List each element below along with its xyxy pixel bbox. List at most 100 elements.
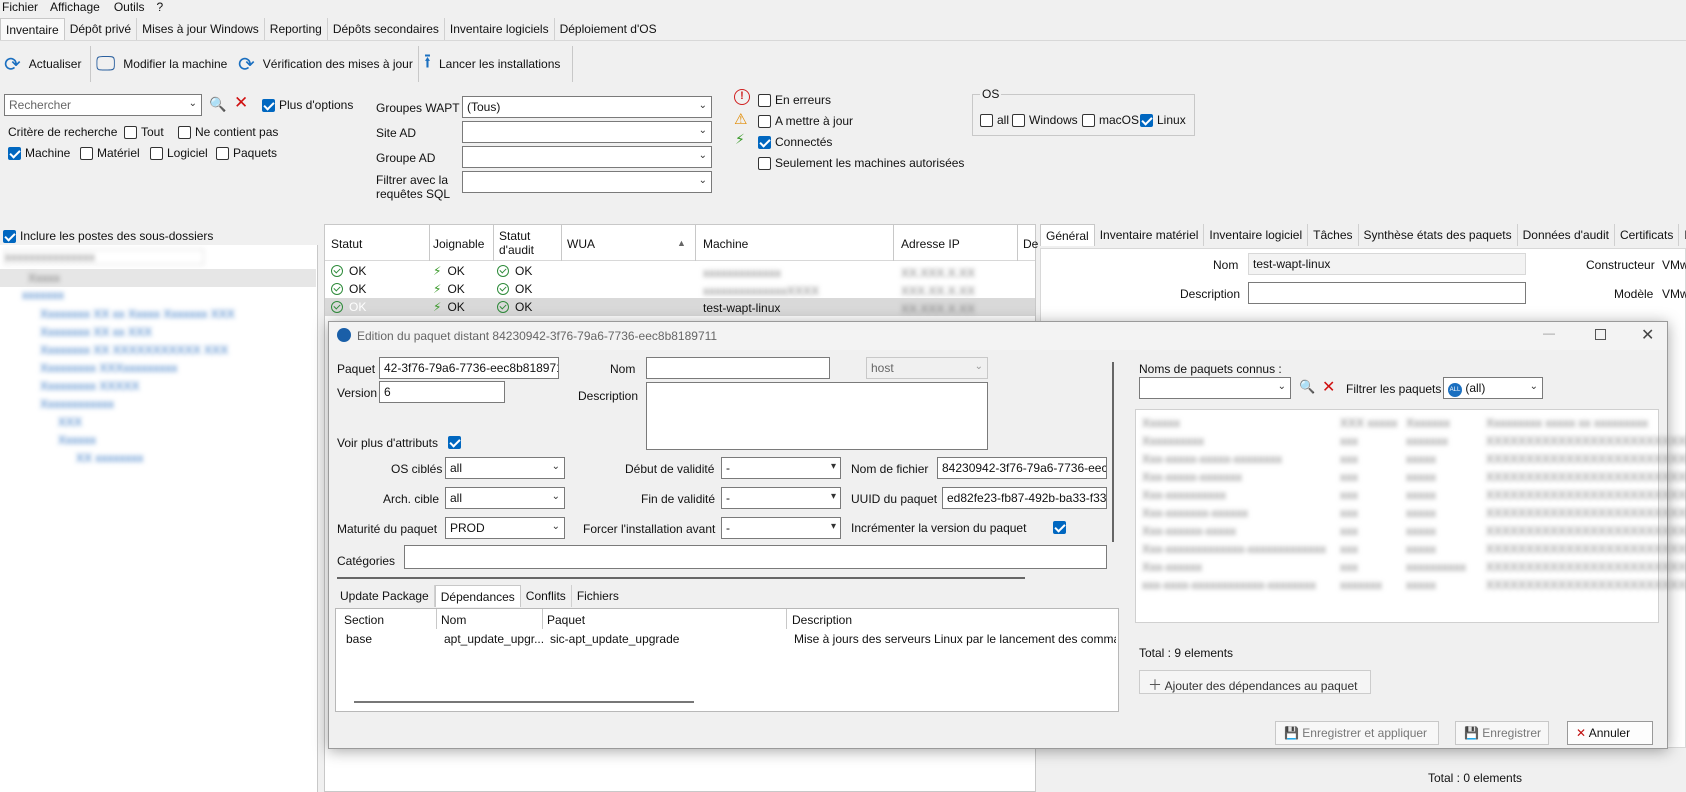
tab-inventaire-materiel[interactable]: Inventaire matériel [1095,224,1205,246]
categories-field[interactable] [404,545,1107,569]
search-icon[interactable]: 🔍 [209,96,226,113]
checkbox-box[interactable] [1082,113,1095,127]
menu-affichage[interactable]: Affichage [42,0,108,15]
checkbox-box[interactable] [1140,113,1153,127]
dep-scrollbar[interactable] [354,701,694,703]
list-item[interactable]: Xxx-xxxxxx xxx xxxxxxxxxx XXXXXXXXXXXXXXXXX… [1136,558,1686,576]
table-row[interactable]: OK ⚡ OK OK xxxxxxxxxxxxx XX.XXX.X.XX [325,262,1035,280]
dep-col-description[interactable]: Description [792,613,852,627]
clear-icon[interactable]: ✕ [234,93,248,113]
checkbox-box[interactable] [216,146,229,160]
tab-conflits[interactable]: Conflits [521,585,572,607]
list-item[interactable]: xxx-xxxx-xxxxxxxxxxxx-xxxxxxxx xxxxxxx xxx… [1136,576,1686,594]
nom-fichier-field[interactable]: 84230942-3f76-79a6-7736-eec8l [937,457,1107,479]
tab-taches[interactable]: Tâches [1308,224,1359,246]
tab-update-package[interactable]: Update Package [335,585,435,607]
nom-field[interactable] [646,357,830,379]
tab-dependances[interactable]: Dépendances [434,585,521,607]
tab-depots-secondaires[interactable]: Dépôts secondaires [328,18,445,40]
maximize-icon[interactable] [1595,329,1606,340]
edit-machine-button[interactable]: 🖵 Modifier la machine [96,50,227,78]
menu-help[interactable]: ? [151,0,170,15]
close-icon[interactable]: ✕ [1641,325,1654,345]
tree-item[interactable]: Xxxxx [28,271,60,285]
checkbox-box[interactable] [758,114,771,128]
refresh-button[interactable]: ⟳ Actualiser [4,50,81,78]
list-item[interactable]: Xxx-xxxxx-xxxxx-xxxxxxxx xxx xxxxx XXXXXXXX… [1136,450,1686,468]
checkbox-box[interactable] [178,125,191,139]
table-row-selected[interactable]: OK ⚡ OK OK test-wapt-linux XX.XXX.X.XX [325,298,1035,316]
logiciel-checkbox[interactable]: Logiciel [150,146,208,160]
tree-item[interactable]: xxxxxxx [22,288,64,302]
list-item[interactable]: Xxx-xxxxxxxxxxxxx-xxxxxxxxxxxxx xxx xxxxx X… [1136,540,1686,558]
vertical-splitter[interactable] [1112,362,1114,542]
groupes-wapt-select[interactable]: (Tous) ⌄ [462,96,712,118]
tab-inventaire-logiciel[interactable]: Inventaire logiciel [1204,224,1309,246]
include-subfolders-checkbox[interactable]: Inclure les postes des sous-dossiers [3,229,213,243]
check-updates-button[interactable]: ⟳ Vérification des mises à jour [238,50,413,78]
forcer-select[interactable]: - ▾ [721,517,841,539]
save-button[interactable]: 💾 Enregistrer [1455,721,1549,745]
description-textarea[interactable] [646,382,988,450]
checkbox-box[interactable] [980,113,993,127]
paquets-checkbox[interactable]: Paquets [216,146,277,160]
list-item[interactable]: Xxx-xxxxxx-xxxxx xxx xxxxx XXXXXXXXXXXXXXXX… [1136,522,1686,540]
table-row[interactable]: OK ⚡ OK OK xxxxxxxxxxxxxxXXXX XXX.XX.X.XX [325,280,1035,298]
menu-outils[interactable]: Outils [108,0,151,15]
debut-validite-select[interactable]: - ▾ [721,457,841,479]
tree-item[interactable]: Xxxxxxxxxxxx [40,397,114,411]
a-mettre-a-jour-checkbox[interactable]: A mettre à jour [758,114,853,128]
ne-contient-pas-checkbox[interactable]: Ne contient pas [178,125,278,139]
groupe-ad-select[interactable]: ⌄ [462,146,712,168]
menu-fichier[interactable]: Fichier [0,0,42,15]
checkbox-box[interactable] [758,156,771,170]
fin-validite-select[interactable]: - ▾ [721,487,841,509]
checkbox-box[interactable] [150,146,163,160]
list-item[interactable]: Xxxxxxxxxx xxx xxxxxxx XXXXXXXXXXXXXXXXXXXX… [1136,432,1686,450]
os-cibles-select[interactable]: all ⌄ [445,457,565,479]
filter-packages-select[interactable]: ALL (all) ⌄ [1443,377,1543,399]
known-packages-select[interactable]: ⌄ [1139,377,1291,399]
list-item[interactable]: Xxx-xxxxx-xxxxxxx xxx xxxxx XXXXXXXXXXXXXXX… [1136,468,1686,486]
tab-reporting[interactable]: Reporting [265,18,328,40]
machine-checkbox[interactable]: Machine [8,146,70,160]
seulement-autorisees-checkbox[interactable]: Seulement les machines autorisées [758,156,964,170]
launch-installs-button[interactable]: ⭱ Lancer les installations [424,50,560,78]
host-type-select[interactable]: host ⌄ [866,357,988,379]
dep-col-nom[interactable]: Nom [441,613,466,627]
search-input[interactable]: Rechercher ⌄ [4,94,202,116]
tab-inventaire-logiciels[interactable]: Inventaire logiciels [445,18,555,40]
arch-select[interactable]: all ⌄ [445,487,565,509]
connectes-checkbox[interactable]: Connectés [758,135,832,149]
checkbox-box[interactable] [80,146,93,160]
tab-fichiers[interactable]: Fichiers [572,585,624,607]
tab-certificats[interactable]: Certificats [1615,224,1680,246]
tout-checkbox[interactable]: Tout [124,125,164,139]
tree-item[interactable]: XX xxxxxxxx [76,451,143,465]
checkbox-box[interactable] [124,125,137,139]
tree-item[interactable]: Xxxxxxxxx XXXxxxxxxxxx [40,361,177,375]
os-windows-checkbox[interactable]: Windows [1012,113,1078,127]
checkbox-box[interactable] [758,93,771,107]
tree-filter[interactable]: xxxxxxxxxxxxxxx [4,249,204,265]
nom-field[interactable]: test-wapt-linux [1248,253,1526,275]
materiel-checkbox[interactable]: Matériel [80,146,140,160]
uuid-field[interactable]: ed82fe23-fb87-492b-ba33-f33c [942,487,1107,509]
dep-col-section[interactable]: Section [344,613,384,627]
table-row[interactable]: base apt_update_upgr... sic-apt_update_u… [336,630,1118,648]
save-apply-button[interactable]: 💾 Enregistrer et appliquer [1275,721,1439,745]
list-item[interactable]: Xxx-xxxxxxxxxx xxx xxxxx XXXXXXXXXXXXXXXXXX… [1136,486,1686,504]
clear-icon[interactable]: ✕ [1322,377,1335,397]
tab-deploiement-os[interactable]: Déploiement d'OS [555,18,662,40]
checkbox-box[interactable] [262,98,275,112]
tab-synthese-paquets[interactable]: Synthèse états des paquets [1359,224,1518,246]
sql-filter-select[interactable]: ⌄ [462,171,712,193]
checkbox-box[interactable] [758,135,771,149]
site-ad-select[interactable]: ⌄ [462,121,712,143]
tree-item[interactable]: Xxxxxx [58,433,96,447]
os-all-checkbox[interactable]: all [980,113,1009,127]
version-field[interactable]: 6 [379,381,505,403]
add-dependencies-button[interactable]: ＋ Ajouter des dépendances au paquet [1139,670,1371,694]
tree-item[interactable]: Xxxxxxxx XX xx XXX [40,325,152,339]
tab-more[interactable]: D [1679,224,1686,246]
